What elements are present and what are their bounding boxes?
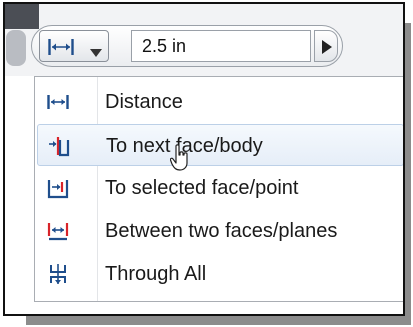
menu-item-label: Through All — [105, 263, 207, 285]
chevron-down-icon — [90, 44, 102, 62]
panel-corner — [5, 4, 39, 29]
extents-dropdown-button[interactable] — [39, 30, 109, 62]
flip-direction-button[interactable] — [314, 30, 338, 62]
distance-extent-icon — [47, 91, 69, 113]
menu-item-label: To selected face/point — [105, 177, 299, 199]
menu-item-to-selected[interactable]: To selected face/point — [37, 167, 403, 209]
screenshot-frame: Distance To next face/body — [3, 2, 405, 316]
between-icon — [47, 220, 69, 242]
distance-extent-icon — [48, 38, 74, 61]
play-right-icon — [322, 40, 332, 59]
menu-item-through-all[interactable]: Through All — [37, 253, 403, 295]
menu-item-to-next[interactable]: To next face/body — [37, 124, 403, 166]
menu-item-label: Between two faces/planes — [105, 220, 338, 242]
to-next-icon — [48, 135, 70, 157]
menu-item-distance[interactable]: Distance — [37, 81, 403, 123]
menu-item-between[interactable]: Between two faces/planes — [37, 210, 403, 252]
hand-cursor-icon — [169, 144, 190, 177]
distance-input[interactable] — [131, 30, 311, 62]
to-selected-icon — [47, 177, 69, 199]
toolbar-grip-handle[interactable] — [6, 30, 26, 66]
extents-menu: Distance To next face/body To selected f… — [34, 76, 403, 302]
through-all-icon — [47, 263, 69, 285]
extrude-mini-toolbar — [31, 25, 343, 67]
menu-item-label: Distance — [105, 91, 183, 113]
